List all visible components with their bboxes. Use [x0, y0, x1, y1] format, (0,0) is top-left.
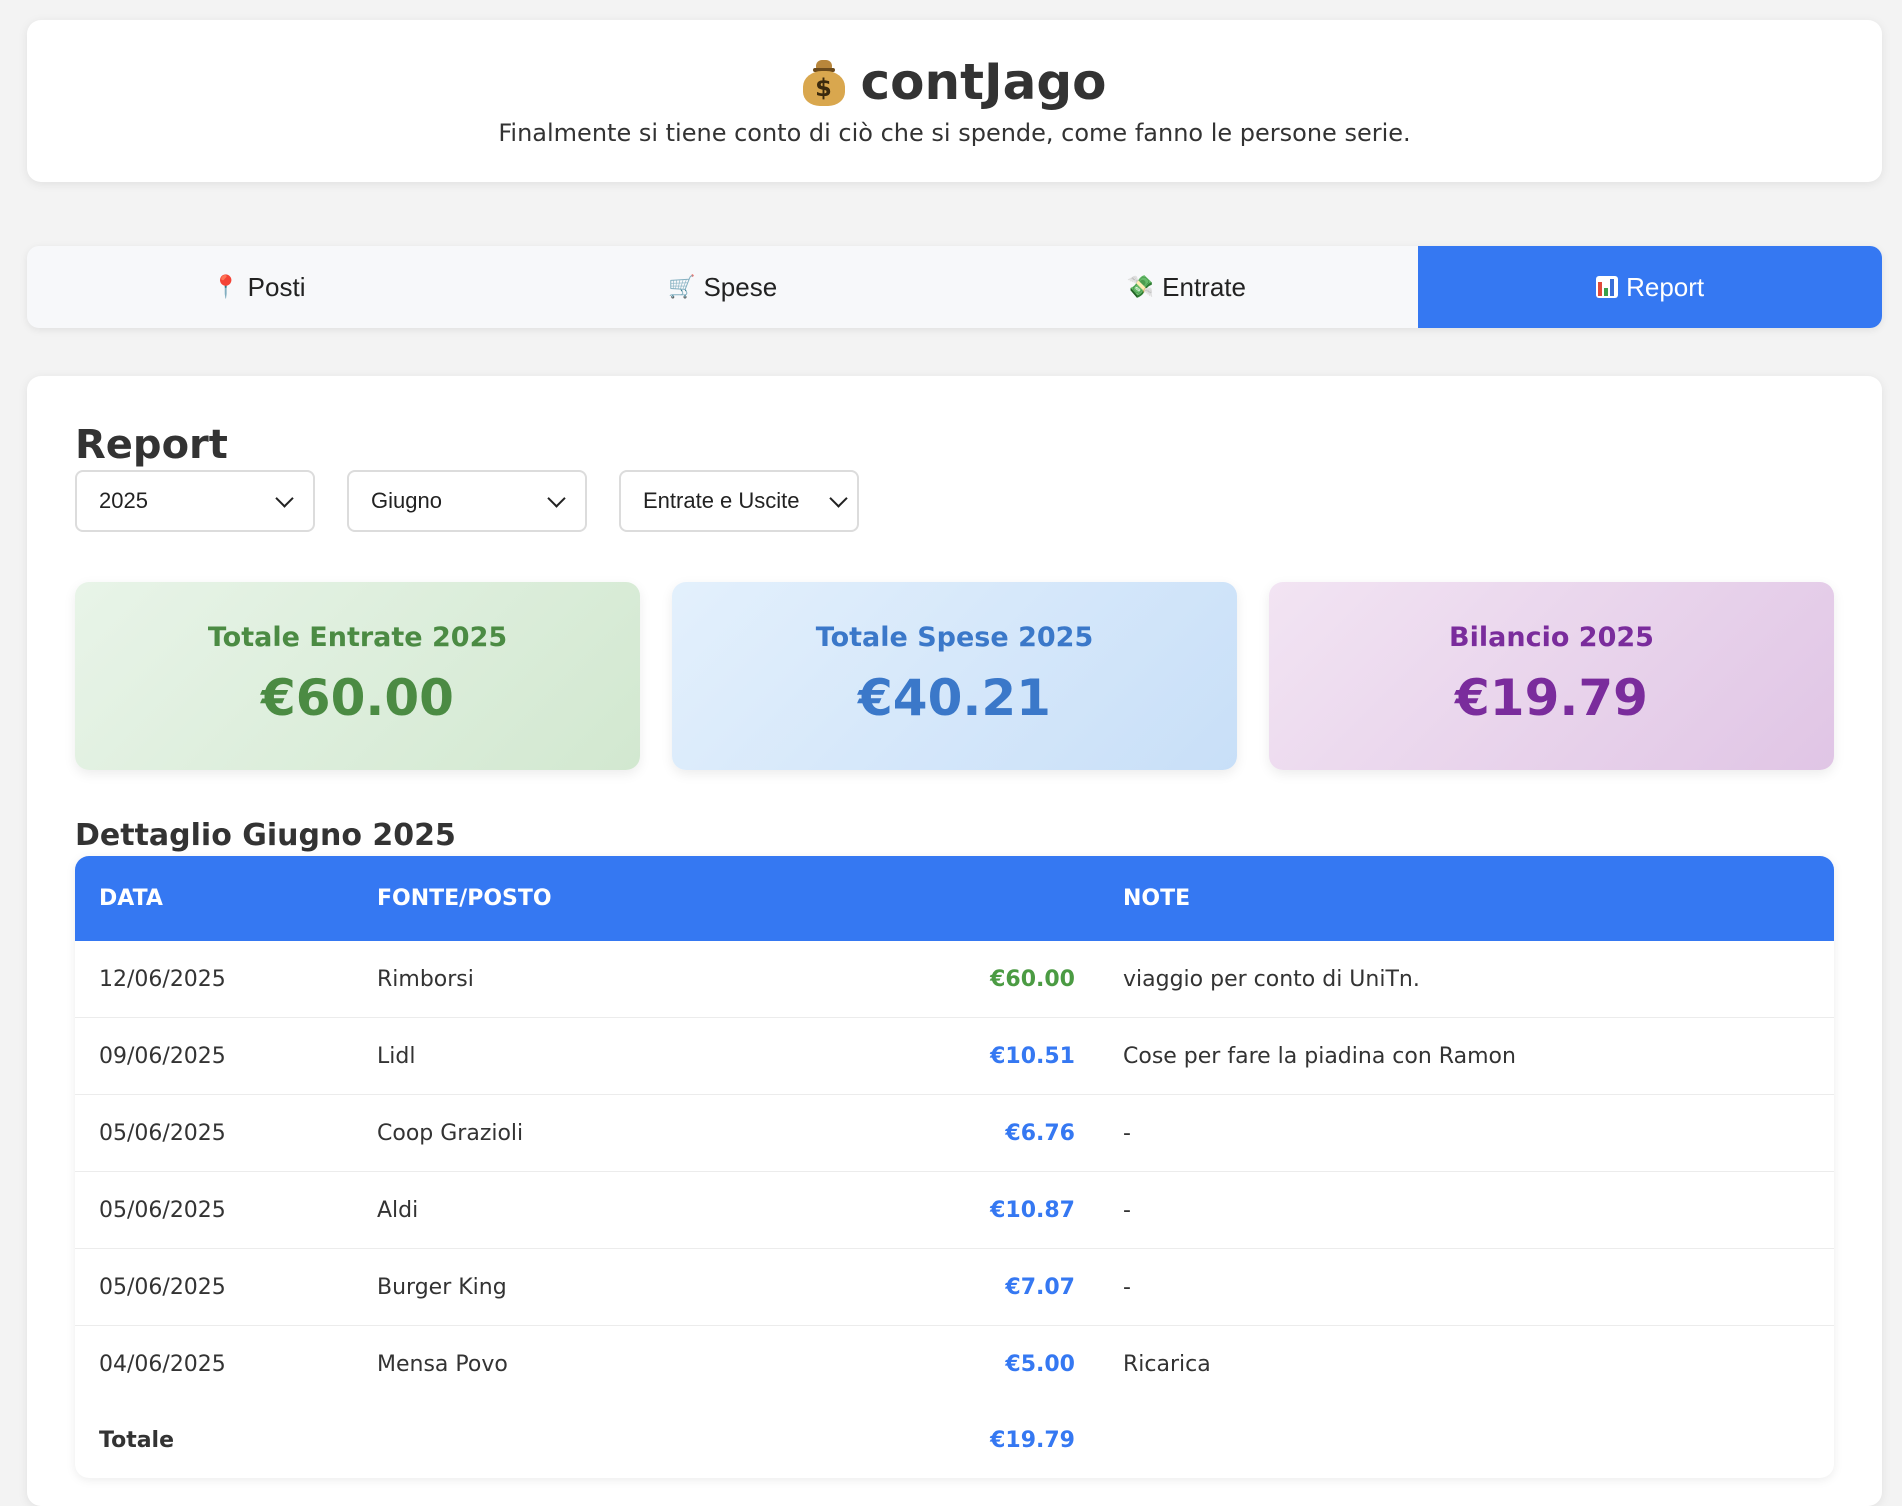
row-note: Ricarica [1123, 1351, 1211, 1377]
table-row: 05/06/2025 Coop Grazioli €6.76 - [75, 1095, 1834, 1172]
row-note: - [1123, 1274, 1131, 1300]
expenses-card: Totale Spese 2025 €40.21 [672, 582, 1237, 770]
month-select-value: Giugno [371, 488, 442, 513]
table-total-row: Totale €19.79 [75, 1402, 1834, 1478]
table-row: 05/06/2025 Aldi €10.87 - [75, 1172, 1834, 1249]
chevron-down-icon [275, 488, 294, 508]
row-source: Burger King [377, 1274, 507, 1300]
report-panel: Report 2025 Giugno Entrate e Uscite Tota… [27, 376, 1882, 1506]
chevron-down-icon [829, 488, 848, 508]
row-amount: €6.76 [1005, 1120, 1075, 1146]
row-amount: €10.51 [990, 1043, 1075, 1069]
tab-posti[interactable]: 📍 Posti [27, 246, 491, 328]
column-header-note: NOTE [1123, 886, 1191, 911]
column-header-date: DATA [99, 886, 163, 911]
money-bag-icon: $ [802, 59, 845, 106]
total-amount: €19.79 [990, 1427, 1075, 1453]
total-label: Totale [99, 1427, 175, 1453]
money-wings-icon: 💸 [1126, 274, 1155, 299]
page-title: Report [75, 422, 228, 468]
table-header: DATA FONTE/POSTO NOTE [75, 856, 1834, 941]
year-select-value: 2025 [99, 488, 148, 513]
income-card-label: Totale Entrate 2025 [207, 622, 508, 653]
cart-icon: 🛒 [668, 274, 696, 299]
app-header: $ contJago Finalmente si tiene conto di … [27, 20, 1882, 182]
type-select-value: Entrate e Uscite [643, 488, 800, 513]
balance-card-label: Bilancio 2025 [1449, 622, 1654, 653]
tab-spese[interactable]: 🛒 Spese [491, 246, 955, 328]
row-date: 12/06/2025 [99, 966, 226, 992]
year-select[interactable]: 2025 [75, 470, 315, 532]
row-date: 09/06/2025 [99, 1043, 226, 1069]
row-note: viaggio per conto di UniTn. [1123, 966, 1420, 992]
row-source: Mensa Povo [377, 1351, 508, 1377]
detail-table: DATA FONTE/POSTO NOTE 12/06/2025 Rimborsi… [75, 856, 1834, 1478]
row-date: 05/06/2025 [99, 1197, 226, 1223]
row-note: - [1123, 1197, 1131, 1223]
row-source: Rimborsi [377, 966, 474, 992]
tab-report[interactable]: Report [1418, 246, 1882, 328]
month-select[interactable]: Giugno [347, 470, 587, 532]
expenses-card-value: €40.21 [858, 669, 1051, 727]
type-select[interactable]: Entrate e Uscite [619, 470, 859, 532]
row-source: Lidl [377, 1043, 416, 1069]
tab-entrate[interactable]: 💸 Entrate [955, 246, 1419, 328]
row-amount: €5.00 [1005, 1351, 1075, 1377]
main-tabs: 📍 Posti 🛒 Spese 💸 Entrate Report [27, 246, 1882, 328]
pin-icon: 📍 [212, 274, 240, 299]
income-card: Totale Entrate 2025 €60.00 [75, 582, 640, 770]
row-amount: €7.07 [1005, 1274, 1075, 1300]
row-date: 05/06/2025 [99, 1274, 226, 1300]
balance-card-value: €19.79 [1455, 669, 1648, 727]
row-source: Coop Grazioli [377, 1120, 524, 1146]
detail-title: Dettaglio Giugno 2025 [75, 818, 456, 853]
expenses-card-label: Totale Spese 2025 [815, 622, 1094, 653]
row-source: Aldi [377, 1197, 419, 1223]
tab-label: Report [1626, 271, 1705, 302]
chevron-down-icon [547, 488, 566, 508]
column-header-source: FONTE/POSTO [377, 886, 552, 911]
table-row: 04/06/2025 Mensa Povo €5.00 Ricarica [75, 1326, 1834, 1402]
row-amount: €60.00 [990, 966, 1075, 992]
income-card-value: €60.00 [261, 669, 454, 727]
bar-chart-icon [1596, 276, 1619, 298]
balance-card: Bilancio 2025 €19.79 [1269, 582, 1834, 770]
app-title-text: contJago [860, 53, 1107, 111]
table-body: 12/06/2025 Rimborsi €60.00 viaggio per cont… [75, 941, 1834, 1402]
app-subtitle: Finalmente si tiene conto di ciò che si … [498, 119, 1411, 147]
table-row: 12/06/2025 Rimborsi €60.00 viaggio per cont… [75, 941, 1834, 1018]
row-amount: €10.87 [990, 1197, 1075, 1223]
table-row: 05/06/2025 Burger King €7.07 - [75, 1249, 1834, 1326]
app-title: $ contJago [27, 50, 1882, 115]
row-date: 04/06/2025 [99, 1351, 226, 1377]
row-note: Cose per fare la piadina con Ramon [1123, 1043, 1516, 1069]
row-note: - [1123, 1120, 1131, 1146]
tab-label: Posti [247, 271, 306, 302]
table-row: 09/06/2025 Lidl €10.51 Cose per fare la pia… [75, 1018, 1834, 1095]
tab-label: Spese [703, 271, 778, 302]
tab-label: Entrate [1162, 271, 1246, 302]
row-date: 05/06/2025 [99, 1120, 226, 1146]
